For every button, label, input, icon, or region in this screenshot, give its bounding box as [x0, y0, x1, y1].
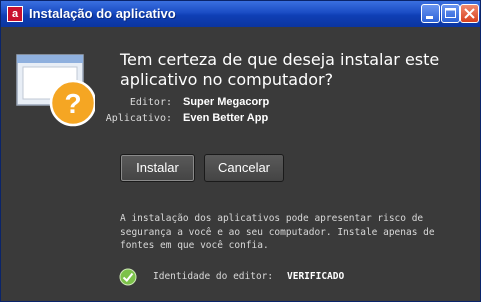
close-button[interactable]: [460, 4, 479, 23]
install-dialog-window: a Instalação do aplicativo ? Tem certeza…: [0, 0, 481, 302]
publisher-identity-label: Identidade do editor:: [153, 271, 274, 282]
warning-line-1: A instalação dos aplicativos pode aprese…: [120, 213, 424, 224]
security-warning: A instalação dos aplicativos pode aprese…: [120, 212, 465, 253]
maximize-icon: [445, 8, 456, 18]
app-logo-icon: a: [7, 6, 23, 22]
publisher-label: Editor:: [129, 97, 172, 108]
publisher-identity-status: VERIFICADO: [287, 271, 345, 282]
maximize-button[interactable]: [441, 4, 460, 23]
question-line-1: Tem certeza de que deseja instalar este: [120, 50, 440, 69]
install-button[interactable]: Instalar: [120, 154, 195, 182]
question-window-icon: ?: [16, 54, 95, 127]
warning-line-2: segurança a você e ao seu computador. In…: [120, 226, 435, 238]
minimize-button[interactable]: [421, 4, 440, 23]
cancel-button[interactable]: Cancelar: [204, 154, 284, 182]
application-value: Even Better App: [183, 112, 269, 124]
question-line-2: aplicativo no computador?: [120, 70, 334, 89]
publisher-value: Super Megacorp: [183, 96, 270, 108]
svg-text:?: ?: [64, 88, 81, 119]
title-bar[interactable]: a Instalação do aplicativo: [1, 1, 480, 27]
window-title: Instalação do aplicativo: [29, 6, 176, 21]
close-icon: [464, 8, 475, 19]
application-label: Aplicativo:: [105, 113, 172, 124]
warning-line-3: fontes em que você confia.: [120, 240, 269, 251]
minimize-icon: [426, 16, 433, 19]
app-logo-letter: a: [11, 8, 19, 20]
install-question: Tem certeza de que deseja instalar este …: [120, 50, 460, 90]
checkmark-circle-icon: [119, 268, 137, 286]
dialog-body: ? Tem certeza de que deseja instalar est…: [1, 27, 480, 301]
